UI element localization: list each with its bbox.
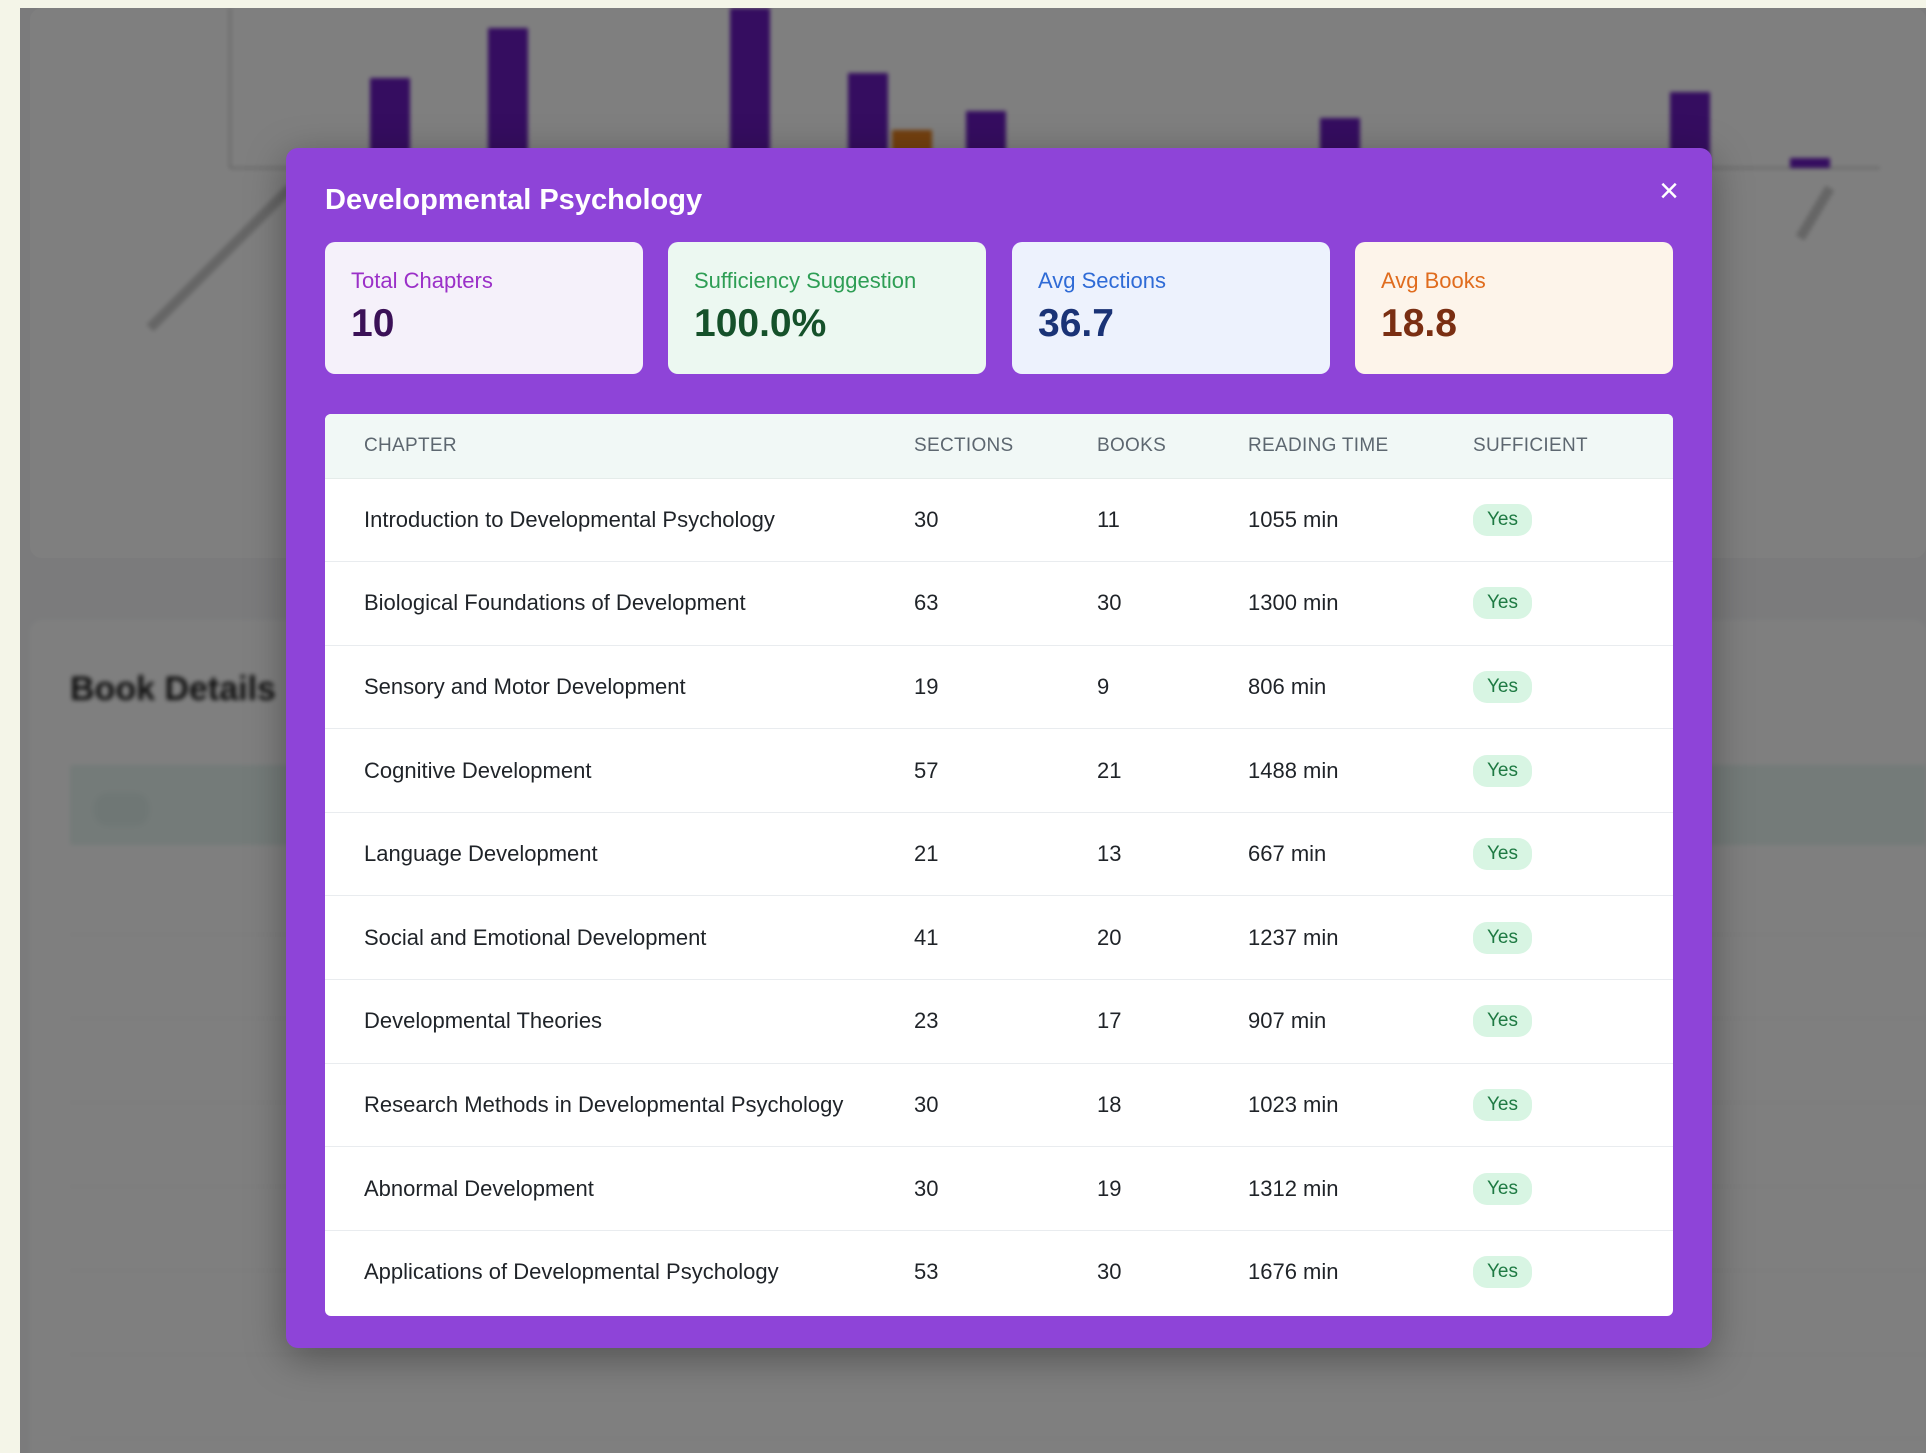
cell-sections: 41 <box>914 924 939 950</box>
stat-value: 10 <box>351 302 395 345</box>
cell-sections: 30 <box>914 1091 939 1117</box>
chapters-table: CHAPTER SECTIONS BOOKS READING TIME SUFF… <box>325 414 1673 1314</box>
cell-sufficient: Yes <box>1473 1230 1673 1314</box>
table-row: Developmental Theories 23 17 907 min Yes <box>325 980 1673 1064</box>
cell-reading-time: 1488 min <box>1248 757 1339 783</box>
cell-sufficient: Yes <box>1473 980 1673 1064</box>
cell-sufficient: Yes <box>1473 562 1673 646</box>
table-row: Biological Foundations of Development 63… <box>325 562 1673 646</box>
cell-books: 13 <box>1097 841 1122 867</box>
modal-title: Developmental Psychology <box>325 184 703 216</box>
sufficient-badge: Yes <box>1473 921 1532 954</box>
table-row: Social and Emotional Development 41 20 1… <box>325 896 1673 980</box>
cell-sections: 53 <box>914 1259 939 1285</box>
column-header-sufficient: SUFFICIENT <box>1473 414 1673 479</box>
table-row: Cognitive Development 57 21 1488 min Yes <box>325 729 1673 813</box>
table-header-row: CHAPTER SECTIONS BOOKS READING TIME SUFF… <box>325 414 1673 479</box>
cell-chapter: Developmental Theories <box>364 1008 603 1034</box>
cell-sections: 57 <box>914 757 939 783</box>
table-row: Introduction to Developmental Psychology… <box>325 478 1673 562</box>
column-header-sections: SECTIONS <box>914 414 1097 479</box>
sufficient-badge: Yes <box>1473 1088 1532 1121</box>
table-row: Applications of Developmental Psychology… <box>325 1230 1673 1314</box>
cell-reading-time: 1312 min <box>1248 1175 1339 1201</box>
sufficient-badge: Yes <box>1473 587 1532 620</box>
column-header-books: BOOKS <box>1097 414 1248 479</box>
sufficient-badge: Yes <box>1473 1005 1532 1038</box>
cell-chapter: Cognitive Development <box>364 757 592 783</box>
stat-card-avg-sections: Avg Sections 36.7 <box>1012 242 1330 374</box>
stat-value: 18.8 <box>1381 302 1457 345</box>
cell-chapter: Language Development <box>364 841 598 867</box>
sufficient-badge: Yes <box>1473 1256 1532 1289</box>
cell-chapter: Social and Emotional Development <box>364 924 707 950</box>
cell-books: 21 <box>1097 757 1122 783</box>
column-header-reading-time: READING TIME <box>1248 414 1473 479</box>
cell-sufficient: Yes <box>1473 1147 1673 1231</box>
stat-card-total-chapters: Total Chapters 10 <box>325 242 643 374</box>
chapter-details-modal: Developmental Psychology × Total Chapter… <box>286 148 1712 1348</box>
cell-books: 11 <box>1097 506 1120 532</box>
cell-sections: 63 <box>914 590 939 616</box>
close-button[interactable]: × <box>1652 174 1686 208</box>
cell-chapter: Applications of Developmental Psychology <box>364 1259 779 1285</box>
page-margin-left <box>0 0 20 1453</box>
stats-row: Total Chapters 10 Sufficiency Suggestion… <box>325 242 1673 374</box>
cell-chapter: Biological Foundations of Development <box>364 590 746 616</box>
stat-label: Sufficiency Suggestion <box>694 268 917 293</box>
cell-chapter: Abnormal Development <box>364 1175 594 1201</box>
cell-reading-time: 1055 min <box>1248 506 1339 532</box>
cell-chapter: Research Methods in Developmental Psycho… <box>364 1091 844 1117</box>
cell-sufficient: Yes <box>1473 812 1673 896</box>
cell-reading-time: 1023 min <box>1248 1091 1339 1117</box>
stat-card-avg-books: Avg Books 18.8 <box>1355 242 1673 374</box>
cell-books: 20 <box>1097 924 1122 950</box>
stat-label: Avg Sections <box>1038 268 1167 293</box>
stat-card-sufficiency-suggestion: Sufficiency Suggestion 100.0% <box>668 242 986 374</box>
cell-sections: 30 <box>914 506 939 532</box>
table-row: Research Methods in Developmental Psycho… <box>325 1063 1673 1147</box>
cell-books: 30 <box>1097 1259 1122 1285</box>
table-row: Abnormal Development 30 19 1312 min Yes <box>325 1147 1673 1231</box>
cell-books: 19 <box>1097 1175 1122 1201</box>
cell-sufficient: Yes <box>1473 896 1673 980</box>
cell-reading-time: 667 min <box>1248 841 1327 867</box>
cell-sections: 30 <box>914 1175 939 1201</box>
stat-value: 100.0% <box>694 302 827 345</box>
cell-sufficient: Yes <box>1473 1063 1673 1147</box>
cell-sufficient: Yes <box>1473 478 1673 562</box>
stat-label: Avg Books <box>1381 268 1486 293</box>
stat-value: 36.7 <box>1038 302 1114 345</box>
table-row: Sensory and Motor Development 19 9 806 m… <box>325 645 1673 729</box>
cell-reading-time: 1300 min <box>1248 590 1339 616</box>
cell-sections: 23 <box>914 1008 939 1034</box>
page-margin-top <box>0 0 1926 8</box>
sufficient-badge: Yes <box>1473 670 1532 703</box>
cell-books: 18 <box>1097 1091 1122 1117</box>
chapters-table-container: CHAPTER SECTIONS BOOKS READING TIME SUFF… <box>325 414 1673 1316</box>
stat-label: Total Chapters <box>351 268 493 293</box>
cell-books: 9 <box>1097 673 1110 699</box>
table-row: Language Development 21 13 667 min Yes <box>325 812 1673 896</box>
sufficient-badge: Yes <box>1473 1172 1532 1205</box>
sufficient-badge: Yes <box>1473 503 1532 536</box>
sufficient-badge: Yes <box>1473 838 1532 871</box>
cell-chapter: Introduction to Developmental Psychology <box>364 506 775 532</box>
cell-sections: 21 <box>914 841 939 867</box>
cell-sufficient: Yes <box>1473 645 1673 729</box>
cell-reading-time: 1676 min <box>1248 1259 1339 1285</box>
cell-reading-time: 907 min <box>1248 1008 1327 1034</box>
column-header-chapter: CHAPTER <box>325 414 914 479</box>
sufficient-badge: Yes <box>1473 754 1532 787</box>
cell-sections: 19 <box>914 673 939 699</box>
cell-books: 30 <box>1097 590 1122 616</box>
cell-reading-time: 1237 min <box>1248 924 1339 950</box>
cell-books: 17 <box>1097 1008 1122 1034</box>
close-icon[interactable]: × <box>1659 172 1679 210</box>
cell-reading-time: 806 min <box>1248 673 1327 699</box>
cell-chapter: Sensory and Motor Development <box>364 673 686 699</box>
cell-sufficient: Yes <box>1473 729 1673 813</box>
